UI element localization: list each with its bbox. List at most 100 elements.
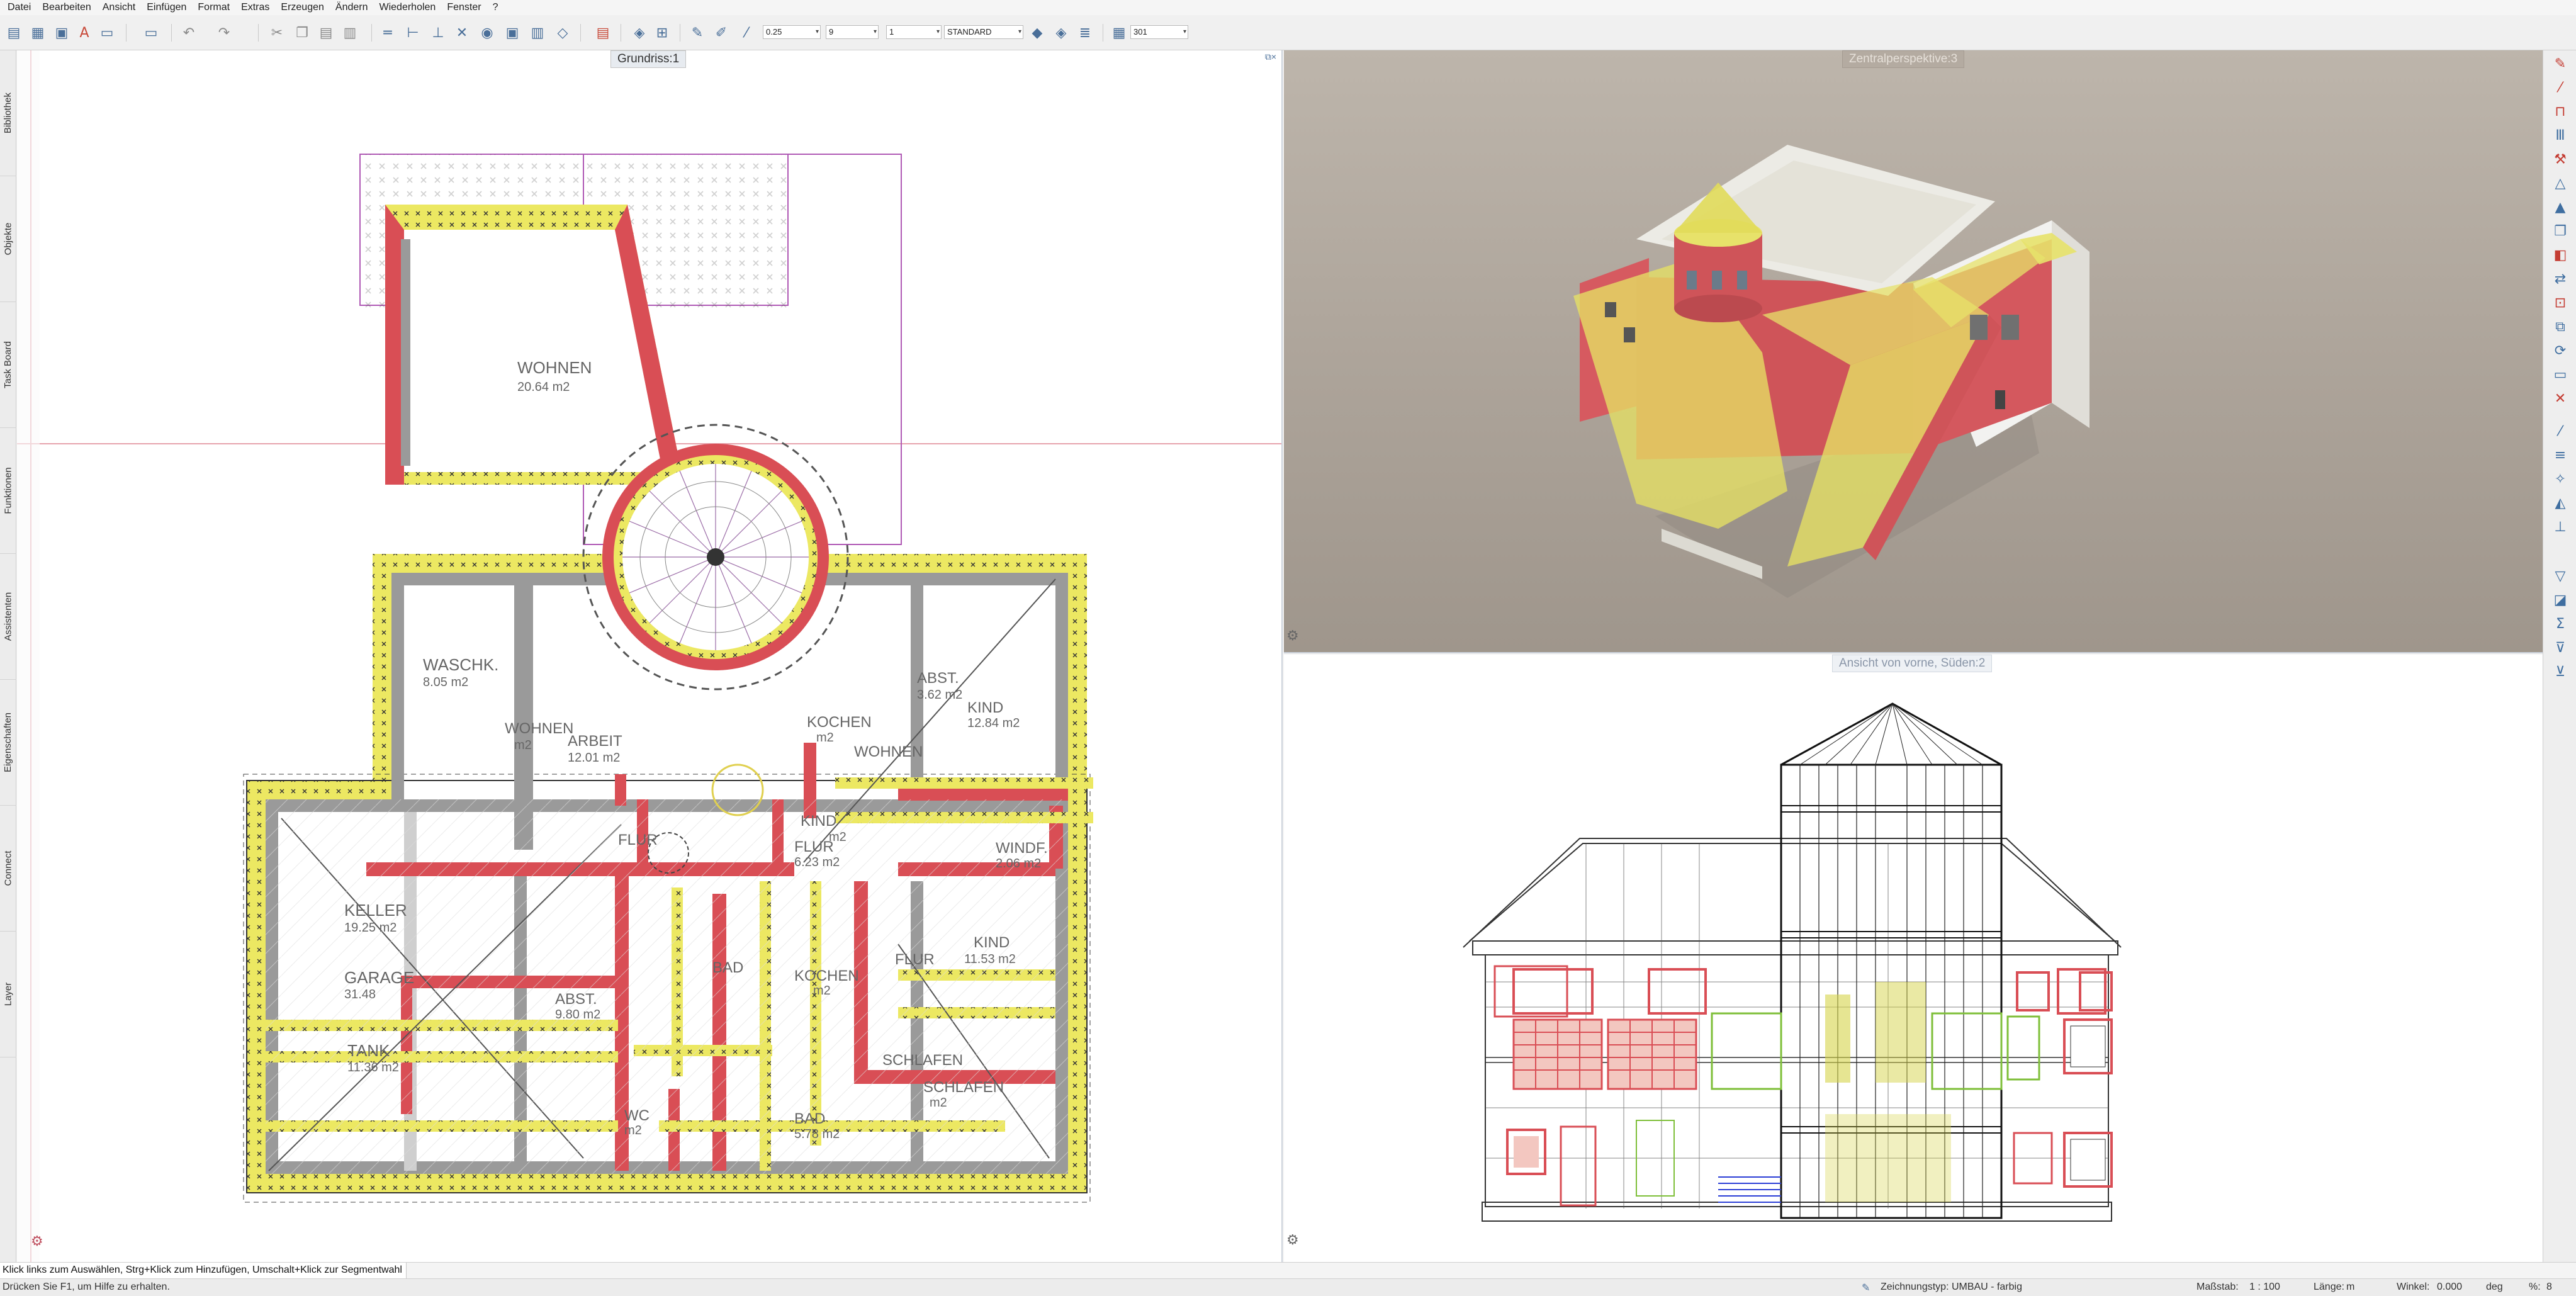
angle-value[interactable]: 0.000 <box>2437 1282 2462 1293</box>
hammer-icon[interactable]: ⚒ <box>2551 150 2570 169</box>
modify-icon[interactable]: ◧ <box>2551 245 2570 264</box>
menu-fenster[interactable]: Fenster <box>443 2 488 13</box>
scale-value[interactable]: 1 : 100 <box>2249 1282 2280 1293</box>
viewport-settings-icon[interactable]: ⚙ <box>31 1234 43 1249</box>
offset-icon[interactable]: ▭ <box>2551 365 2570 384</box>
view-icon[interactable]: ◉ <box>477 23 497 43</box>
drawing-type[interactable]: Zeichnungstyp: UMBAU - farbig <box>1881 1282 2022 1293</box>
text-icon[interactable]: A <box>74 23 94 43</box>
cut-icon[interactable]: ✂ <box>267 23 287 43</box>
paste-icon[interactable]: ▤ <box>316 23 336 43</box>
tab-task-board[interactable]: Task Board <box>0 302 16 428</box>
brush-icon[interactable]: ✎ <box>687 23 707 43</box>
format-icon[interactable]: ⊞ <box>652 23 672 43</box>
room-area: 9.80 m2 <box>555 1008 600 1022</box>
tab-funktionen[interactable]: Funktionen <box>0 428 16 554</box>
counter-select[interactable]: 301 ▾ <box>1130 25 1188 39</box>
menu-datei[interactable]: Datei <box>4 2 38 13</box>
viewport-settings-icon[interactable]: ⚙ <box>1286 628 1299 644</box>
viewport-title-elevation[interactable]: Ansicht von vorne, Süden:2 <box>1832 655 1993 672</box>
perspective-viewport[interactable]: Zentralperspektive:3 ⚙ <box>1284 50 2543 653</box>
layer-set-icon[interactable]: ◆ <box>1027 23 1047 43</box>
fill-icon[interactable]: ◭ <box>2551 493 2570 512</box>
snap-icon[interactable]: ◈ <box>629 23 650 43</box>
grid-icon[interactable]: ▦ <box>28 23 48 43</box>
paste-special-icon[interactable]: ▥ <box>340 23 360 43</box>
align-icon[interactable]: ≡ <box>2551 446 2570 465</box>
pen-icon[interactable]: ✐ <box>711 23 731 43</box>
viewport-settings-icon[interactable]: ⚙ <box>1286 1232 1299 1248</box>
room-label: ABST. <box>917 670 959 687</box>
menu-wiederholen[interactable]: Wiederholen <box>376 2 444 13</box>
column-icon[interactable]: Ⅲ <box>2551 126 2570 145</box>
scissors-icon[interactable]: ✕ <box>452 23 472 43</box>
comment-icon[interactable]: ▭ <box>97 23 117 43</box>
move-icon[interactable]: ⇄ <box>2551 269 2570 288</box>
layer-visibility-icon[interactable]: ◈ <box>1051 23 1071 43</box>
menu-extras[interactable]: Extras <box>237 2 277 13</box>
drawing-type-icon[interactable]: ✎ <box>1862 1282 1870 1293</box>
tab-connect[interactable]: Connect <box>0 806 16 932</box>
pipette-tool-icon[interactable]: ⁄ <box>2551 422 2570 441</box>
stretch-icon[interactable]: ⊡ <box>2551 293 2570 312</box>
cube-icon[interactable]: ◇ <box>553 23 573 43</box>
rotate-icon[interactable]: ⟳ <box>2551 341 2570 360</box>
eraser-icon[interactable]: ✎ <box>2551 54 2570 73</box>
pipette-icon[interactable]: ⁄ <box>736 23 756 43</box>
tab-bibliothek[interactable]: Bibliothek <box>0 50 16 176</box>
select-active-icon[interactable]: ◪ <box>2551 590 2570 609</box>
tab-objekte[interactable]: Objekte <box>0 176 16 302</box>
tab-assistenten[interactable]: Assistenten <box>0 554 16 680</box>
menu-format[interactable]: Format <box>194 2 237 13</box>
wand-icon[interactable]: ✧ <box>2551 470 2570 488</box>
delete-icon[interactable]: ✕ <box>2551 389 2570 408</box>
measure-icon[interactable]: ═ <box>378 23 398 43</box>
menu-aendern[interactable]: Ändern <box>332 2 376 13</box>
pen-thickness-select[interactable]: 0.25 ▾ <box>763 25 821 39</box>
perspective-model <box>1573 145 2089 598</box>
save-icon[interactable]: ▣ <box>52 23 72 43</box>
sum-icon[interactable]: Σ <box>2551 614 2570 633</box>
room-label: FLUR <box>794 838 834 855</box>
print-icon[interactable]: ▤ <box>593 23 613 43</box>
length-unit[interactable]: m <box>2346 1282 2354 1293</box>
line-tool-icon[interactable]: ⁄ <box>2551 78 2570 97</box>
tab-eigenschaften[interactable]: Eigenschaften <box>0 680 16 806</box>
menu-help[interactable]: ? <box>489 2 506 13</box>
tab-layer[interactable]: Layer <box>0 932 16 1057</box>
menu-erzeugen[interactable]: Erzeugen <box>277 2 332 13</box>
model-icon[interactable]: ▥ <box>527 23 548 43</box>
menu-bearbeiten[interactable]: Bearbeiten <box>38 2 98 13</box>
level-tool-icon[interactable]: ⊥ <box>2551 517 2570 536</box>
filter-add-icon[interactable]: ⊽ <box>2551 638 2570 657</box>
viewport-window-icon[interactable]: ⧉× <box>1265 52 1276 62</box>
floor-plan-viewport[interactable]: WOHNEN 20.64 m2 WASCHK. 8.05 m2 WOHNEN m… <box>17 50 1283 1262</box>
room-label: WASCHK. <box>423 655 498 674</box>
layer-stack-icon[interactable]: ≣ <box>1075 23 1095 43</box>
undo-icon[interactable]: ↶ <box>179 23 199 43</box>
copy-icon[interactable]: ❐ <box>292 23 312 43</box>
level-icon[interactable]: ⊥ <box>428 23 448 43</box>
mirror-icon[interactable]: △ <box>2551 174 2570 193</box>
screen-icon[interactable]: ▭ <box>141 23 161 43</box>
plot-icon[interactable]: ▣ <box>502 23 522 43</box>
menu-einfuegen[interactable]: Einfügen <box>143 2 194 13</box>
mirror-copy-icon[interactable]: ▲ <box>2551 198 2570 217</box>
scale-icon[interactable]: ⧉ <box>2551 317 2570 336</box>
dimension-icon[interactable]: ⊢ <box>403 23 423 43</box>
viewport-title-plan[interactable]: Grundriss:1 <box>610 50 687 68</box>
layer-structure-icon[interactable]: ▤ <box>4 23 24 43</box>
line-color-select[interactable]: 1 ▾ <box>886 25 942 39</box>
filter-remove-icon[interactable]: ⊻ <box>2551 662 2570 681</box>
layer-select[interactable]: STANDARD ▾ <box>944 25 1023 39</box>
filter-icon[interactable]: ▽ <box>2551 566 2570 585</box>
line-type-select[interactable]: 9 ▾ <box>826 25 879 39</box>
pattern-icon[interactable]: ▦ <box>1109 23 1129 43</box>
stair-icon[interactable]: ⊓ <box>2551 102 2570 121</box>
copy-tool-icon[interactable]: ❐ <box>2551 222 2570 240</box>
room-label: GARAGE <box>344 968 414 987</box>
viewport-title-perspective[interactable]: Zentralperspektive:3 <box>1842 50 1965 68</box>
redo-icon[interactable]: ↷ <box>214 23 234 43</box>
elevation-viewport[interactable]: Ansicht von vorne, Süden:2 ⚙ <box>1284 655 2543 1262</box>
menu-ansicht[interactable]: Ansicht <box>99 2 143 13</box>
